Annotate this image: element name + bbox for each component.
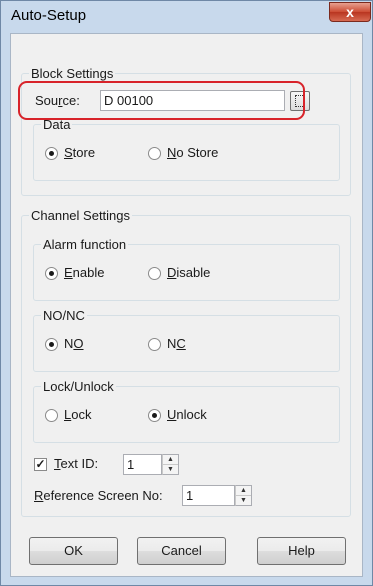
nc-radio[interactable] bbox=[148, 338, 161, 351]
lock-label[interactable]: Lock bbox=[64, 407, 91, 423]
title-bar[interactable]: Auto-Setup x bbox=[1, 1, 372, 29]
block-settings-legend: Block Settings bbox=[29, 66, 116, 81]
text-id-spinner[interactable]: ▲ ▼ bbox=[162, 454, 179, 475]
channel-settings-group: Channel Settings Alarm function Enable D… bbox=[21, 208, 351, 517]
no-radio[interactable] bbox=[45, 338, 58, 351]
lock-radio[interactable] bbox=[45, 409, 58, 422]
enable-radio[interactable] bbox=[45, 267, 58, 280]
no-label[interactable]: NO bbox=[64, 336, 84, 352]
disable-label[interactable]: Disable bbox=[167, 265, 210, 281]
store-radio[interactable] bbox=[45, 147, 58, 160]
text-id-label[interactable]: Text ID: bbox=[54, 456, 98, 472]
spin-up-icon[interactable]: ▲ bbox=[163, 455, 178, 465]
close-button[interactable]: x bbox=[329, 2, 371, 22]
text-id-input[interactable]: 1 bbox=[123, 454, 162, 475]
unlock-radio[interactable] bbox=[148, 409, 161, 422]
dialog-title: Auto-Setup bbox=[11, 7, 87, 24]
alarm-function-legend: Alarm function bbox=[41, 237, 129, 252]
spin-down-icon[interactable]: ▼ bbox=[163, 465, 178, 474]
close-icon: x bbox=[346, 4, 354, 20]
alarm-function-group: Alarm function Enable Disable bbox=[33, 237, 340, 301]
auto-setup-dialog: Auto-Setup x Block Settings Source: D 00… bbox=[0, 0, 373, 586]
no-nc-legend: NO/NC bbox=[41, 308, 87, 323]
reference-screen-label: Reference Screen No: bbox=[34, 488, 163, 503]
source-highlight-annotation bbox=[18, 81, 305, 120]
enable-label[interactable]: Enable bbox=[64, 265, 104, 281]
data-group: Data Store No Store bbox=[33, 117, 340, 181]
lock-unlock-group: Lock/Unlock Lock Unlock bbox=[33, 379, 340, 443]
spin-down-icon[interactable]: ▼ bbox=[236, 496, 251, 505]
store-label[interactable]: Store bbox=[64, 145, 95, 161]
no-store-label[interactable]: No Store bbox=[167, 145, 218, 161]
no-store-radio[interactable] bbox=[148, 147, 161, 160]
channel-settings-legend: Channel Settings bbox=[29, 208, 133, 223]
no-nc-group: NO/NC NO NC bbox=[33, 308, 340, 372]
cancel-button[interactable]: Cancel bbox=[137, 537, 226, 565]
spin-up-icon[interactable]: ▲ bbox=[236, 486, 251, 496]
ok-button[interactable]: OK bbox=[29, 537, 118, 565]
text-id-checkbox[interactable]: ✓ bbox=[34, 458, 47, 471]
reference-screen-input[interactable]: 1 bbox=[182, 485, 235, 506]
nc-label[interactable]: NC bbox=[167, 336, 186, 352]
unlock-label[interactable]: Unlock bbox=[167, 407, 207, 423]
lock-unlock-legend: Lock/Unlock bbox=[41, 379, 116, 394]
disable-radio[interactable] bbox=[148, 267, 161, 280]
help-button[interactable]: Help bbox=[257, 537, 346, 565]
reference-screen-spinner[interactable]: ▲ ▼ bbox=[235, 485, 252, 506]
